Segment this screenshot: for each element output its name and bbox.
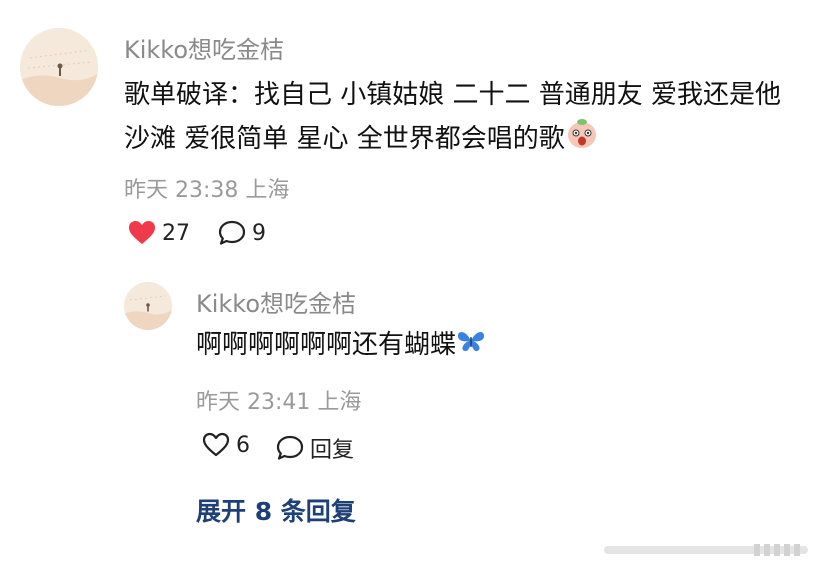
- comment-location: 上海: [245, 178, 290, 203]
- comment-text-content: 歌单破译：找自己 小镇姑娘 二十二 普通朋友 爱我还是他 沙滩 爱很简单 星心 …: [124, 80, 782, 154]
- comment-reply-count: 9: [252, 220, 266, 246]
- reply-time: 昨天 23:41: [196, 390, 311, 415]
- speech-bubble-icon: [218, 220, 246, 246]
- reply-avatar[interactable]: [124, 282, 172, 330]
- reply-like-count: 6: [236, 432, 250, 458]
- comment-avatar[interactable]: [20, 28, 98, 106]
- reply-like-button[interactable]: 6: [202, 432, 250, 458]
- reply-text: 啊啊啊啊啊啊还有蝴蝶: [196, 324, 796, 367]
- comment-time: 昨天 23:38: [124, 178, 239, 203]
- comment-like-button[interactable]: 27: [128, 220, 190, 246]
- comment-like-count: 27: [162, 220, 190, 246]
- reply-reply-label: 回复: [310, 438, 355, 463]
- comment-username[interactable]: Kikko想吃金桔: [124, 30, 284, 65]
- speech-bubble-icon: [276, 435, 304, 461]
- reply-meta: 昨天 23:41 上海: [196, 384, 361, 416]
- watermark-graphic: [604, 542, 808, 558]
- expand-replies-link[interactable]: 展开 8 条回复: [196, 492, 356, 528]
- comment-meta: 昨天 23:38 上海: [124, 172, 289, 204]
- face-emoji-icon: [565, 116, 599, 163]
- butterfly-emoji-icon: [456, 325, 486, 367]
- reply-reply-button[interactable]: 回复: [276, 432, 354, 464]
- reply-username[interactable]: Kikko想吃金桔: [196, 284, 356, 319]
- reply-location: 上海: [317, 390, 362, 415]
- comment-reply-button[interactable]: 9: [218, 220, 266, 246]
- comment-text: 歌单破译：找自己 小镇姑娘 二十二 普通朋友 爱我还是他 沙滩 爱很简单 星心 …: [124, 74, 802, 163]
- heart-outline-icon: [202, 432, 230, 458]
- heart-filled-icon: [128, 220, 156, 246]
- reply-text-content: 啊啊啊啊啊啊还有蝴蝶: [196, 330, 457, 360]
